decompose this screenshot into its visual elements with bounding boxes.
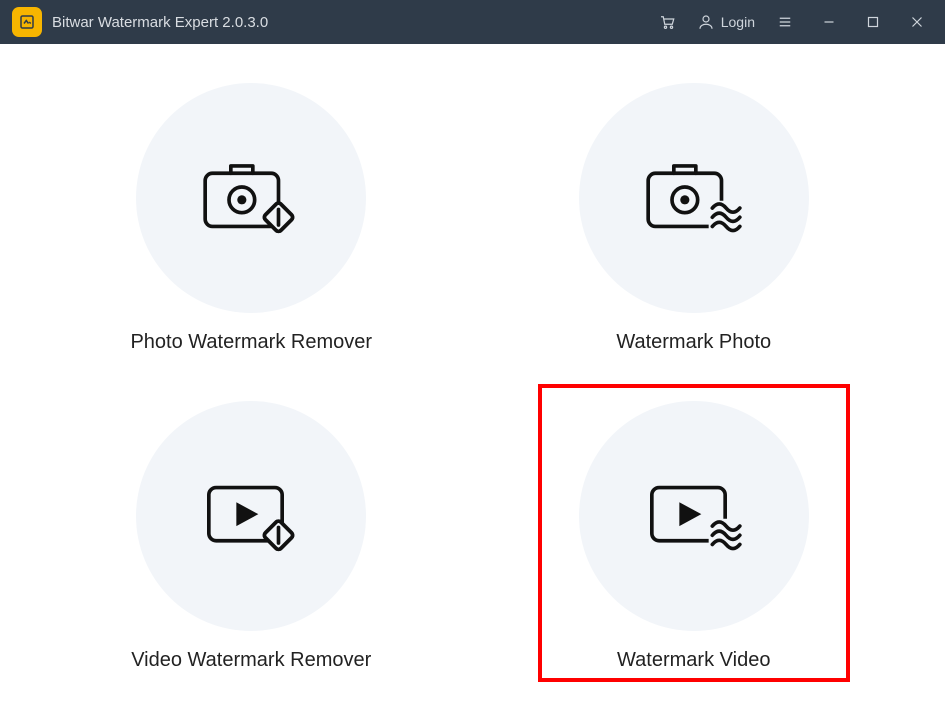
menu-button[interactable] bbox=[763, 0, 807, 44]
photo-remover-icon bbox=[136, 83, 366, 313]
watermark-photo-card[interactable]: Watermark Photo bbox=[503, 74, 886, 362]
watermark-video-label: Watermark Video bbox=[617, 649, 770, 672]
video-remover-label: Video Watermark Remover bbox=[131, 649, 371, 672]
app-title: Bitwar Watermark Expert 2.0.3.0 bbox=[52, 14, 268, 31]
main-content: Photo Watermark Remover Watermark Photo bbox=[0, 44, 945, 720]
close-button[interactable] bbox=[895, 0, 939, 44]
watermark-photo-label: Watermark Photo bbox=[616, 331, 771, 354]
cart-button[interactable] bbox=[645, 0, 689, 44]
app-logo-icon bbox=[12, 7, 42, 37]
hamburger-icon bbox=[776, 13, 794, 31]
login-button[interactable]: Login bbox=[689, 13, 763, 31]
video-watermark-remover-card[interactable]: Video Watermark Remover bbox=[60, 392, 443, 680]
watermark-photo-icon bbox=[579, 83, 809, 313]
titlebar: Bitwar Watermark Expert 2.0.3.0 Login bbox=[0, 0, 945, 44]
close-icon bbox=[908, 13, 926, 31]
user-icon bbox=[697, 13, 715, 31]
photo-remover-label: Photo Watermark Remover bbox=[130, 331, 372, 354]
photo-watermark-remover-card[interactable]: Photo Watermark Remover bbox=[60, 74, 443, 362]
maximize-icon bbox=[864, 13, 882, 31]
video-remover-icon bbox=[136, 401, 366, 631]
watermark-video-icon bbox=[579, 401, 809, 631]
minimize-icon bbox=[820, 13, 838, 31]
maximize-button[interactable] bbox=[851, 0, 895, 44]
minimize-button[interactable] bbox=[807, 0, 851, 44]
watermark-video-card[interactable]: Watermark Video bbox=[503, 392, 886, 680]
login-label: Login bbox=[721, 14, 755, 30]
